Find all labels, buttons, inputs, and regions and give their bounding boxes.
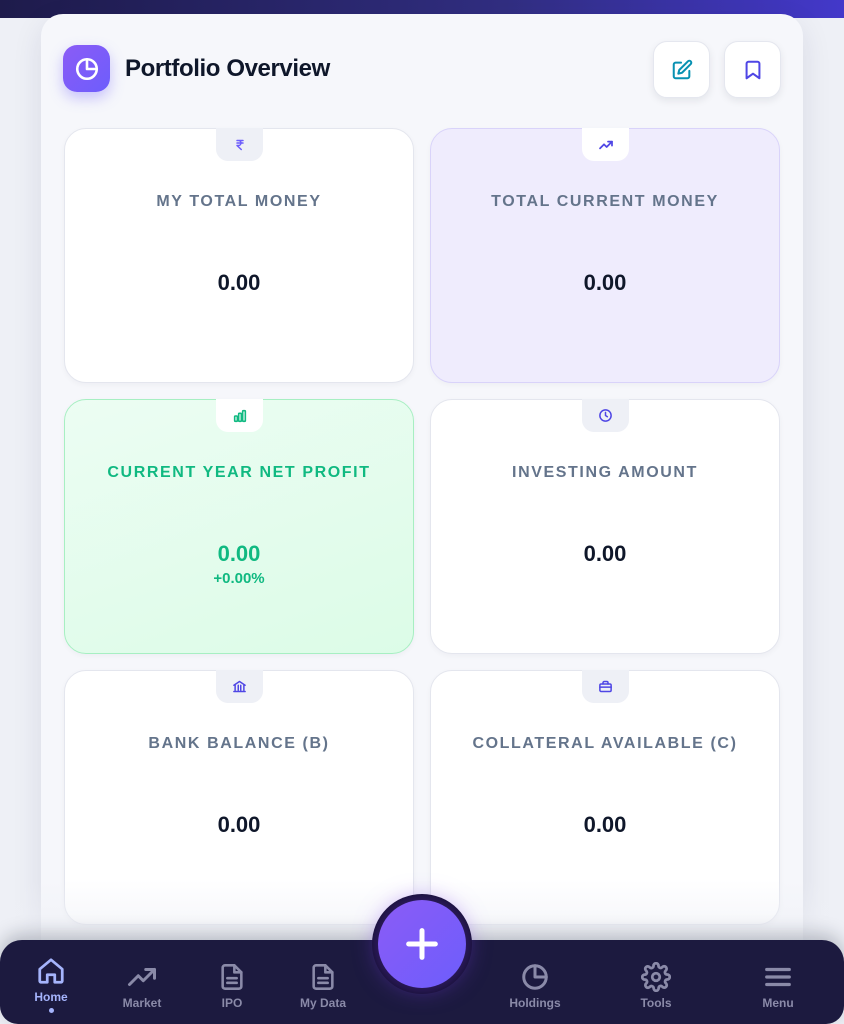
active-indicator-dot — [48, 1008, 54, 1013]
nav-tools[interactable]: Tools — [616, 962, 696, 1022]
nav-label: Tools — [640, 996, 672, 1010]
collateral-available-card[interactable]: COLLATERAL AVAILABLE (C) 0.00 — [430, 670, 780, 925]
pencil-icon — [672, 59, 692, 79]
bank-icon — [216, 670, 263, 703]
investing-amount-card[interactable]: INVESTING AMOUNT 0.00 — [430, 399, 780, 654]
trending-up-icon — [128, 968, 156, 986]
card-value: 0.00 — [217, 812, 261, 837]
total-current-money-card[interactable]: TOTAL CURRENT MONEY 0.00 — [430, 128, 780, 383]
bar-chart-icon — [216, 399, 263, 432]
page-title: Portfolio Overview — [125, 55, 330, 82]
rupee-icon — [216, 128, 263, 161]
pie-chart-icon — [63, 45, 110, 92]
nav-market[interactable]: Market — [102, 962, 182, 1022]
nav-label: My Data — [299, 996, 346, 1010]
bookmark-button[interactable] — [724, 41, 781, 98]
card-label: MY TOTAL MONEY — [156, 193, 322, 210]
bank-balance-card[interactable]: BANK BALANCE (B) 0.00 — [64, 670, 414, 925]
profit-percent: +0.00% — [213, 570, 265, 587]
card-label: COLLATERAL AVAILABLE (C) — [472, 735, 738, 752]
card-label: TOTAL CURRENT MONEY — [491, 193, 719, 210]
card-value: 0.00 — [217, 541, 261, 566]
nav-holdings[interactable]: Holdings — [495, 962, 575, 1022]
my-total-money-card[interactable]: MY TOTAL MONEY 0.00 — [64, 128, 414, 383]
nav-label: Menu — [762, 996, 794, 1010]
plus-icon — [406, 928, 438, 960]
card-label: INVESTING AMOUNT — [512, 464, 698, 481]
card-value: 0.00 — [583, 812, 627, 837]
menu-icon — [765, 967, 791, 987]
nav-label: Holdings — [509, 996, 561, 1010]
nav-my-data[interactable]: My Data — [283, 962, 363, 1022]
document-icon — [312, 964, 334, 990]
document-icon — [221, 964, 243, 990]
card-label: BANK BALANCE (B) — [148, 735, 330, 752]
add-button[interactable] — [372, 894, 472, 994]
card-value: 0.00 — [583, 270, 627, 295]
card-value: 0.00 — [217, 270, 261, 295]
current-year-net-profit-card[interactable]: CURRENT YEAR NET PROFIT 0.00 +0.00% — [64, 399, 414, 654]
edit-button[interactable] — [653, 41, 710, 98]
briefcase-icon — [582, 670, 629, 703]
card-label: CURRENT YEAR NET PROFIT — [107, 464, 371, 481]
home-icon — [38, 958, 64, 984]
portfolio-header: Portfolio Overview — [63, 41, 781, 98]
nav-ipo[interactable]: IPO — [192, 962, 272, 1022]
nav-label: IPO — [221, 996, 243, 1010]
clock-icon — [582, 399, 629, 432]
pie-chart-icon — [522, 964, 548, 990]
add-button-inner — [378, 900, 466, 988]
gear-icon — [641, 962, 671, 992]
nav-home[interactable]: Home — [11, 956, 91, 1016]
trending-up-icon — [582, 128, 629, 161]
nav-menu[interactable]: Menu — [738, 962, 818, 1022]
card-value: 0.00 — [583, 541, 627, 566]
nav-label: Market — [122, 996, 162, 1010]
nav-label: Home — [34, 990, 68, 1004]
bookmark-icon — [745, 60, 760, 79]
